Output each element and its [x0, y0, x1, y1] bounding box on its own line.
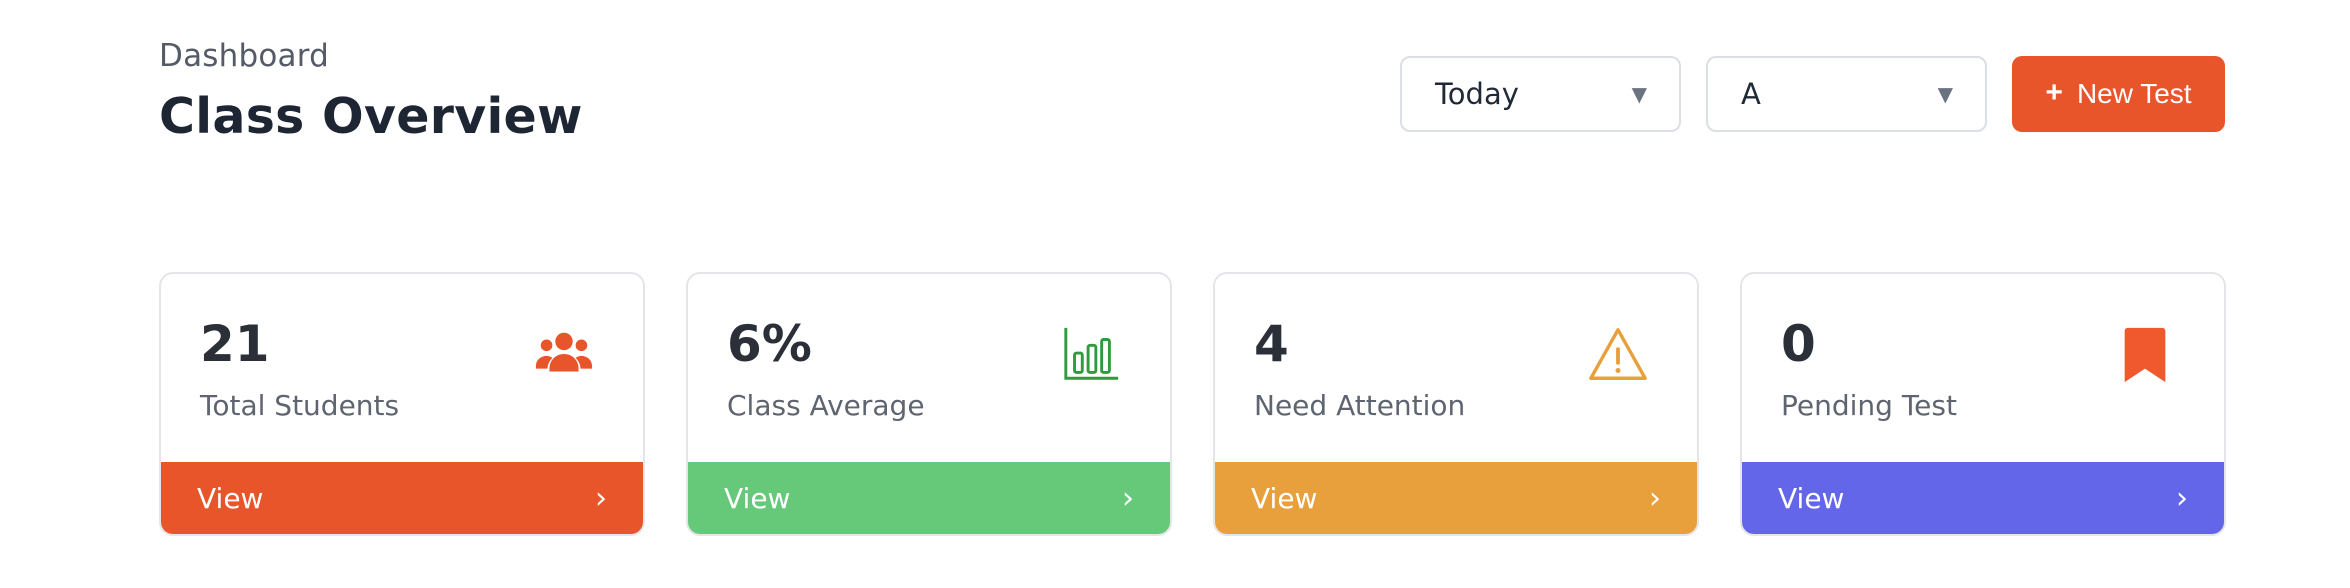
chevron-down-icon: ▼: [1631, 82, 1647, 106]
dashboard-page: Dashboard Class Overview Today ▼ A ▼ + N…: [0, 0, 2350, 588]
period-select-value: Today: [1435, 77, 1519, 111]
card-need-attention: 4 Need Attention View ›: [1213, 272, 1699, 536]
view-label: View: [724, 481, 791, 515]
card-body: 21 Total Students: [161, 274, 643, 462]
view-label: View: [197, 481, 264, 515]
page-title: Class Overview: [159, 88, 583, 145]
plus-icon: +: [2045, 75, 2063, 109]
users-icon: [535, 332, 593, 372]
view-label: View: [1251, 481, 1318, 515]
card-label: Class Average: [727, 389, 925, 422]
chevron-right-icon: ›: [595, 480, 607, 516]
bar-chart-icon: [1064, 327, 1119, 380]
chevron-right-icon: ›: [1122, 480, 1134, 516]
view-button[interactable]: View ›: [1742, 462, 2224, 534]
bookmark-icon: [2124, 327, 2166, 383]
card-pending-test: 0 Pending Test View ›: [1740, 272, 2226, 536]
header-controls: Today ▼ A ▼ + New Test: [1400, 56, 2225, 132]
chevron-right-icon: ›: [1649, 480, 1661, 516]
chevron-down-icon: ▼: [1937, 82, 1953, 106]
card-body: 4 Need Attention: [1215, 274, 1697, 462]
view-button[interactable]: View ›: [1215, 462, 1697, 534]
chevron-right-icon: ›: [2176, 480, 2188, 516]
card-label: Total Students: [200, 389, 400, 422]
card-class-average: 6% Class Average View ›: [686, 272, 1172, 536]
new-test-button[interactable]: + New Test: [2012, 56, 2225, 132]
warning-icon: [1589, 328, 1647, 380]
view-button[interactable]: View ›: [161, 462, 643, 534]
card-label: Pending Test: [1781, 389, 1957, 422]
new-test-label: New Test: [2076, 78, 2192, 109]
stat-cards: 21 Total Students View › 6% Class Averag…: [159, 272, 2226, 536]
view-button[interactable]: View ›: [688, 462, 1170, 534]
card-body: 0 Pending Test: [1742, 274, 2224, 462]
card-total-students: 21 Total Students View ›: [159, 272, 645, 536]
section-select[interactable]: A ▼: [1706, 56, 1987, 132]
card-body: 6% Class Average: [688, 274, 1170, 462]
card-label: Need Attention: [1254, 389, 1466, 422]
section-select-value: A: [1741, 77, 1761, 111]
period-select[interactable]: Today ▼: [1400, 56, 1681, 132]
breadcrumb: Dashboard: [159, 38, 329, 74]
view-label: View: [1778, 481, 1845, 515]
